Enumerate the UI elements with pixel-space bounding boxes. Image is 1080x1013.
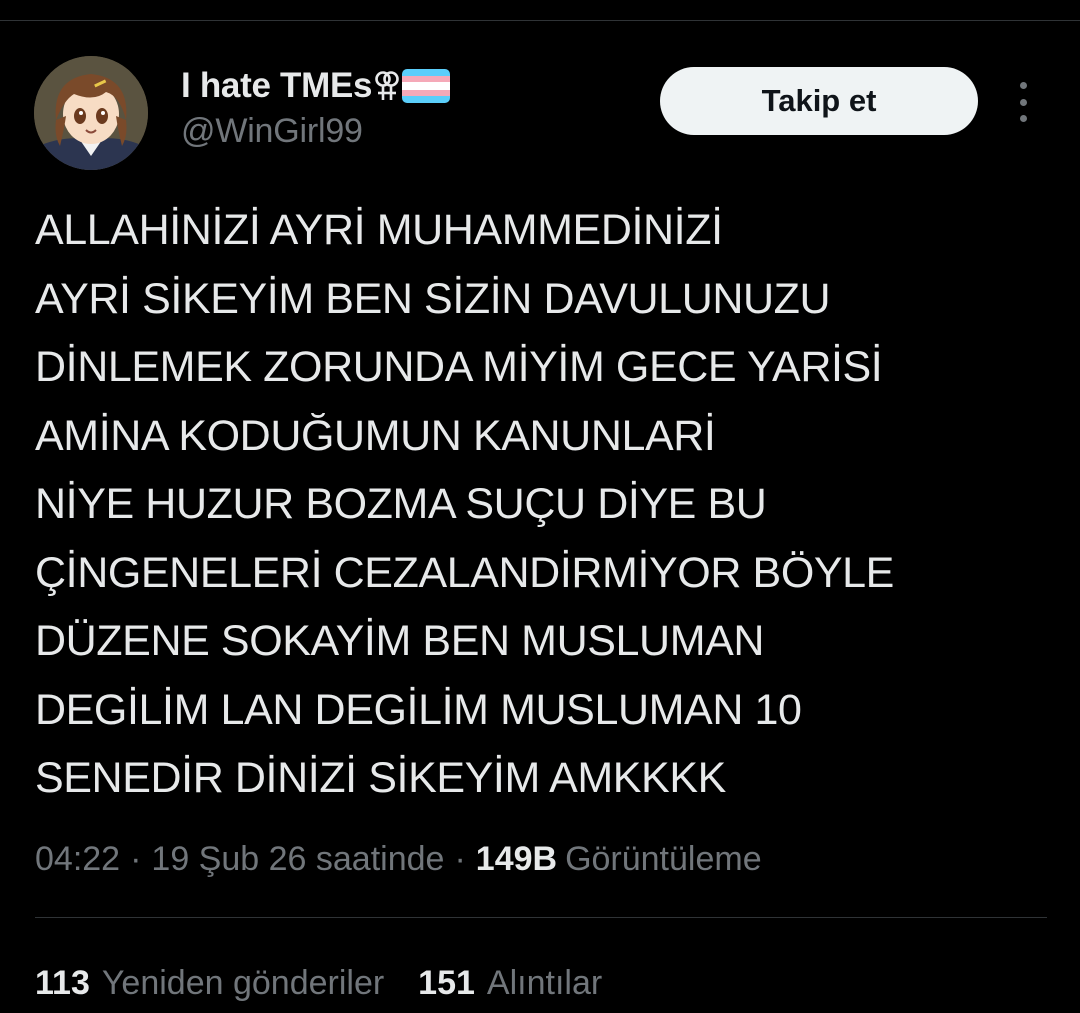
author-name-row[interactable]: I hate TMEs [181,62,451,110]
quotes-label: Alıntılar [486,963,603,1002]
more-dot [1019,115,1027,122]
avatar-image [34,56,148,170]
tweet-text: ALLAHİNİZİ AYRİ MUHAMMEDİNİZİ AYRİ SİKEY… [35,196,1055,813]
tweet-text-line: SENEDİR DİNİZİ SİKEYİM AMKKKK [35,754,726,802]
double-venus-icon [374,68,400,104]
author-handle[interactable]: @WinGirl99 [181,112,363,151]
more-dot [1019,82,1027,89]
tweet-text-line: ALLAHİNİZİ AYRİ MUHAMMEDİNİZİ [35,206,723,254]
top-divider [0,20,1080,21]
follow-button[interactable]: Takip et [660,67,978,135]
tweet-date[interactable]: 19 Şub 26 saatinde [151,840,444,879]
tweet-time[interactable]: 04:22 [35,840,120,879]
tweet-text-line: AMİNA KODUĞUMUN KANUNLARİ [35,411,716,460]
tweet-text-line: DEGİLİM LAN DEGİLİM MUSLUMAN 10 [35,685,802,734]
views-count: 149B [475,839,558,878]
reposts-label: Yeniden gönderiler [101,963,385,1002]
meta-separator: · [454,839,466,878]
quotes-count: 151 [418,963,475,1002]
tweet-text-line: DÜZENE SOKAYİM BEN MUSLUMAN [35,617,765,665]
author-display-name[interactable]: I hate TMEs [181,66,372,106]
meta-separator: · [130,839,142,878]
more-options-icon[interactable] [1008,82,1038,122]
tweet-stats: 113 Yeniden gönderiler 151 Alıntılar [35,958,636,1008]
more-dot [1019,98,1027,106]
tweet-meta: 04:22 · 19 Şub 26 saatinde · 149B Görünt… [35,834,762,884]
stats-divider [35,917,1047,918]
tweet-text-line: AYRİ SİKEYİM BEN SİZİN DAVULUNUZU [35,274,831,323]
reposts-stat[interactable]: 113 Yeniden gönderiler [35,964,384,1003]
avatar[interactable] [34,56,148,170]
tweet-text-line: ÇİNGENELERİ CEZALANDİRMİYOR BÖYLE [35,548,894,597]
transgender-flag-icon [402,69,451,103]
tweet-text-line: NİYE HUZUR BOZMA SUÇU DİYE BU [35,480,767,528]
quotes-stat[interactable]: 151 Alıntılar [418,964,602,1003]
views-label: Görüntüleme [565,839,762,878]
tweet-text-line: DİNLEMEK ZORUNDA MİYİM GECE YARİSİ [35,343,883,391]
reposts-count: 113 [35,963,90,1002]
